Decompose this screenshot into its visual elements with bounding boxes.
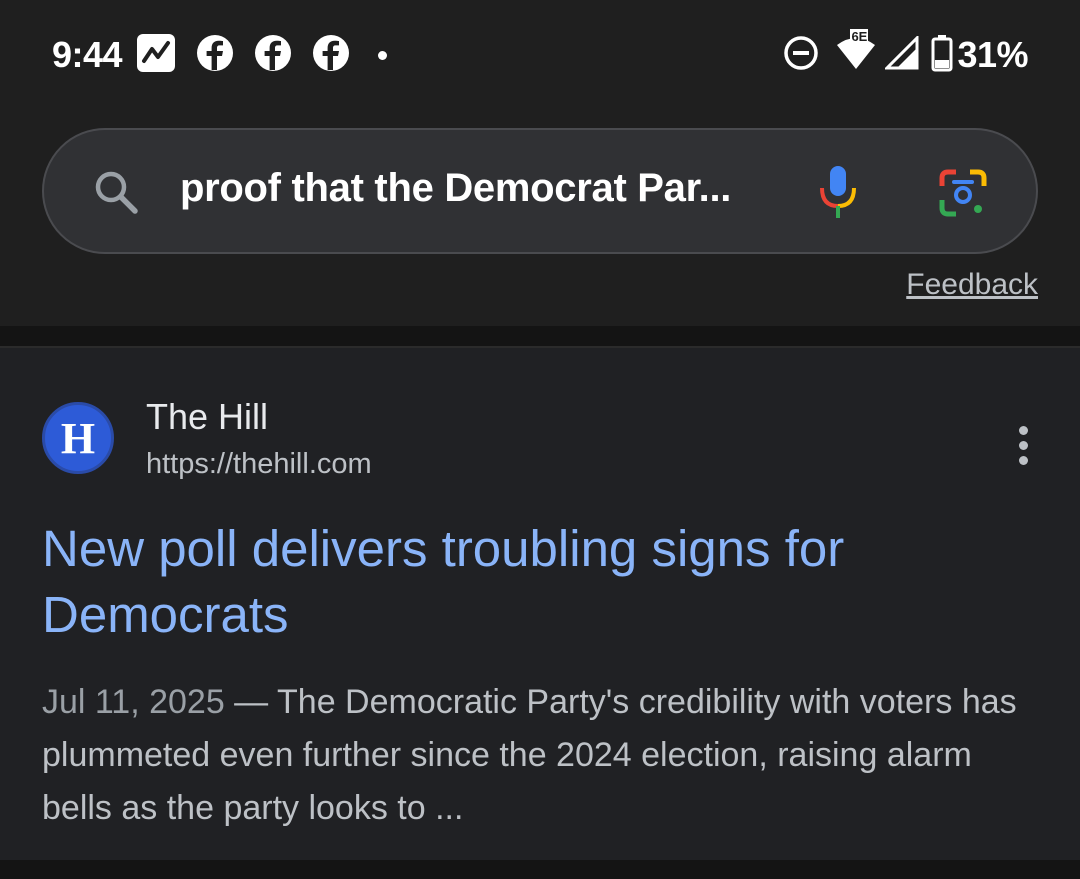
status-bar: 9:44 6E 31% [0, 0, 1080, 110]
wifi-icon: 6E [835, 28, 877, 76]
result-date: Jul 11, 2025 [42, 683, 225, 721]
section-divider [0, 326, 1080, 346]
site-url[interactable]: https://thehill.com [146, 448, 372, 481]
status-right: 6E 31% [783, 28, 1028, 80]
cell-signal-icon [883, 33, 919, 75]
site-logo[interactable]: H [42, 402, 114, 474]
battery-percent: 31% [957, 34, 1028, 75]
google-lens-icon[interactable] [938, 168, 988, 223]
result-snippet: Jul 11, 2025 — The Democratic Party's cr… [42, 676, 1042, 835]
wifi-label: 6E [850, 28, 869, 44]
microphone-icon[interactable] [816, 162, 860, 227]
feedback-link[interactable]: Feedback [906, 268, 1038, 302]
status-left: 9:44 [52, 30, 388, 80]
result-title-link[interactable]: New poll delivers troubling signs for De… [42, 516, 1022, 648]
search-result-card: H The Hill https://thehill.com New poll … [0, 346, 1080, 860]
dot-icon [378, 50, 388, 60]
status-time: 9:44 [52, 34, 123, 75]
search-bar[interactable]: proof that the Democrat Par... [42, 128, 1038, 254]
battery-icon [931, 34, 953, 77]
feedback-area: Feedback [0, 268, 1080, 326]
facebook-icon [254, 34, 292, 77]
search-header: proof that the Democrat Par... [0, 110, 1080, 276]
search-icon[interactable] [92, 168, 140, 221]
site-name[interactable]: The Hill [146, 396, 268, 438]
facebook-icon [312, 34, 350, 77]
search-input[interactable]: proof that the Democrat Par... [180, 166, 731, 211]
bottom-divider [0, 860, 1080, 879]
facebook-icon [196, 34, 234, 77]
site-logo-letter: H [60, 413, 96, 463]
more-options-icon[interactable] [1010, 426, 1036, 466]
trending-icon [136, 33, 176, 78]
date-separator: — [224, 683, 278, 721]
do-not-disturb-icon [783, 35, 819, 76]
